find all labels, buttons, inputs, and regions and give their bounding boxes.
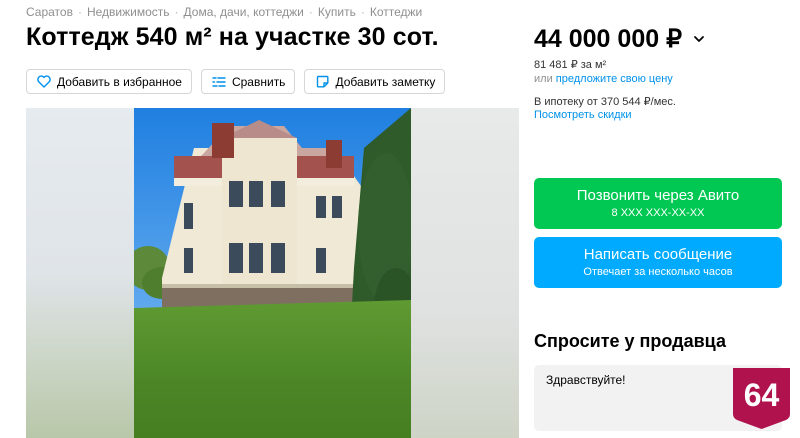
price-offer: или предложите свою цену [534, 73, 673, 85]
message-button[interactable]: Написать сообщение Отвечает за несколько… [534, 237, 782, 288]
badge-text: 64 [744, 377, 780, 413]
heart-icon [37, 75, 51, 89]
price-per-m2: 81 481 ₽ за м² [534, 59, 607, 71]
compare-icon [212, 75, 226, 89]
message-response-time: Отвечает за несколько часов [583, 266, 733, 278]
listing-actions: Добавить в избранное Сравнить Добавить з… [26, 69, 446, 94]
note-icon [315, 75, 329, 89]
compare-button[interactable]: Сравнить [200, 69, 296, 94]
compare-label: Сравнить [231, 74, 286, 89]
page-title: Коттедж 540 м² на участке 30 сот. [26, 23, 439, 51]
breadcrumb-item-cottages[interactable]: Коттеджи [370, 5, 422, 19]
region-64-badge: 64 [733, 368, 790, 429]
chevron-down-icon[interactable] [692, 32, 706, 46]
breadcrumb-item-buy[interactable]: Купить [318, 5, 356, 19]
call-label: Позвонить через Авито [576, 187, 740, 204]
house-photo [134, 108, 411, 438]
breadcrumb-item-realty[interactable]: Недвижимость [87, 5, 170, 19]
call-button[interactable]: Позвонить через Авито 8 XXX XXX-XX-XX [534, 178, 782, 229]
mortgage-info: В ипотеку от 370 544 ₽/мес. [534, 96, 676, 108]
listing-photo[interactable] [26, 108, 519, 438]
price-value: 44 000 000 ₽ [534, 25, 682, 53]
breadcrumb-item-city[interactable]: Саратов [26, 5, 73, 19]
add-favorite-button[interactable]: Добавить в избранное [26, 69, 192, 94]
message-label: Написать сообщение [583, 246, 733, 263]
ask-seller-title: Спросите у продавца [534, 331, 726, 351]
photo-blur-left [26, 108, 134, 438]
add-note-button[interactable]: Добавить заметку [304, 69, 446, 94]
breadcrumb-separator: · [360, 5, 365, 19]
breadcrumb-separator: · [308, 5, 313, 19]
breadcrumb: Саратов · Недвижимость · Дома, дачи, коттедж… [26, 5, 422, 19]
breadcrumb-separator: · [174, 5, 179, 19]
offer-prefix: или [534, 73, 553, 85]
add-favorite-label: Добавить в избранное [57, 74, 182, 89]
photo-blur-right [411, 108, 519, 438]
breadcrumb-item-houses[interactable]: Дома, дачи, коттеджи [184, 5, 304, 19]
add-note-label: Добавить заметку [335, 74, 436, 89]
offer-price-link[interactable]: предложите свою цену [556, 73, 673, 85]
breadcrumb-separator: · [77, 5, 82, 19]
call-phone: 8 XXX XXX-XX-XX [611, 207, 705, 219]
discounts-link[interactable]: Посмотреть скидки [534, 109, 632, 121]
